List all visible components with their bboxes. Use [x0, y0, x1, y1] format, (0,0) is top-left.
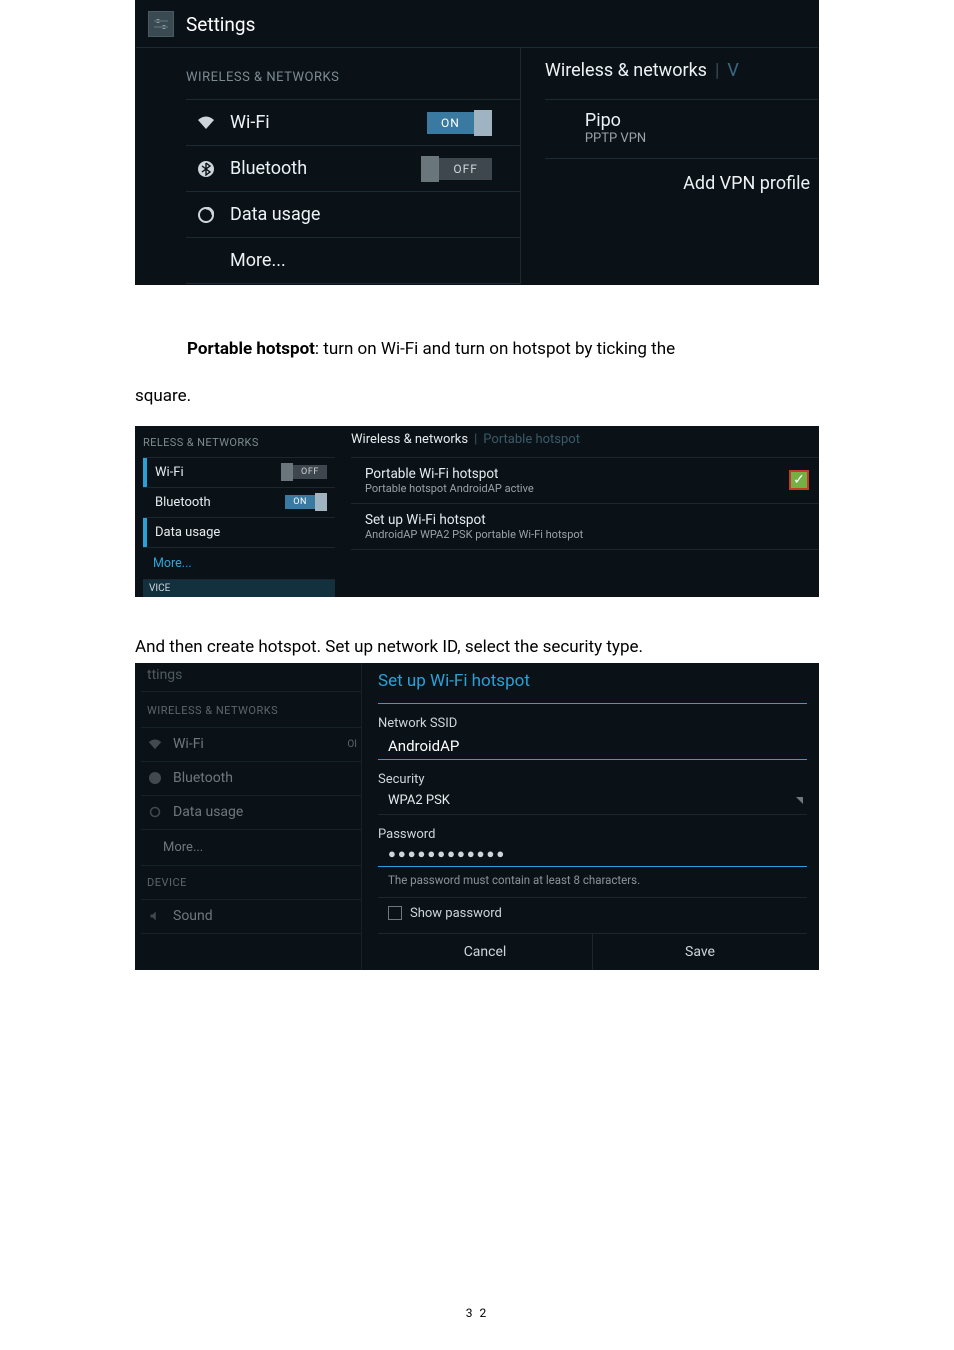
shot3-left-panel: ttings WIRELESS & NETWORKS Wi-Fi OI Blue… [135, 663, 361, 970]
shot2-row-bluetooth[interactable]: Bluetooth ON [143, 488, 335, 518]
shot2-item-setup-hotspot[interactable]: Set up Wi-Fi hotspot AndroidAP WPA2 PSK … [351, 503, 819, 549]
shot2-item2-title: Set up Wi-Fi hotspot [365, 512, 809, 528]
breadcrumb-text: Wireless & networks [545, 60, 707, 81]
row-bluetooth[interactable]: Bluetooth OFF [186, 146, 520, 192]
shot2-section-header: RELESS & NETWORKS [143, 430, 335, 458]
bluetooth-icon [196, 159, 216, 179]
shot2-row-datausage[interactable]: Data usage [143, 518, 335, 548]
breadcrumb: Wireless & networks | V [545, 60, 818, 99]
shot2-crumb-b: Portable hotspot [483, 432, 580, 447]
breadcrumb-separator: | [715, 60, 719, 81]
row-wifi[interactable]: Wi-Fi ON [186, 100, 520, 146]
vpn-name: Pipo [585, 110, 818, 131]
shot2-right-panel: Wireless & networks | Portable hotspot P… [335, 426, 819, 597]
save-button[interactable]: Save [593, 934, 807, 970]
titlebar: Settings [136, 1, 818, 48]
shot2-datausage-label: Data usage [147, 525, 327, 540]
left-panel: WIRELESS & NETWORKS Wi-Fi ON Bluetooth O… [136, 48, 520, 284]
paragraph-2: And then create hotspot. Set up network … [135, 637, 819, 657]
sound-icon [147, 908, 163, 924]
shot3-row-wifi[interactable]: Wi-Fi OI [141, 728, 361, 762]
show-password-row[interactable]: Show password [378, 898, 807, 934]
right-panel: Wireless & networks | V Pipo PPTP VPN Ad… [520, 48, 818, 284]
datausage-icon [196, 205, 216, 225]
settings-app-icon [148, 11, 174, 37]
datausage-icon [147, 804, 163, 820]
shot2-left-panel: RELESS & NETWORKS Wi-Fi OFF Bluetooth ON… [135, 426, 335, 597]
shot2-breadcrumb: Wireless & networks | Portable hotspot [351, 432, 819, 457]
wifi-toggle[interactable]: ON [427, 110, 492, 136]
settings-shot-2: RELESS & NETWORKS Wi-Fi OFF Bluetooth ON… [135, 426, 819, 597]
show-password-checkbox[interactable] [388, 906, 402, 920]
more-label: More... [230, 250, 492, 271]
shot3-sound-label: Sound [173, 908, 213, 924]
section-header-wireless: WIRELESS & NETWORKS [186, 60, 520, 100]
dropdown-icon [796, 797, 803, 804]
show-password-label: Show password [410, 906, 502, 921]
password-hint: The password must contain at least 8 cha… [378, 867, 807, 898]
para1-rest: : turn on Wi-Fi and turn on hotspot by t… [315, 339, 675, 359]
datausage-label: Data usage [230, 204, 492, 225]
page-number: 3 2 [0, 1306, 954, 1320]
bluetooth-label: Bluetooth [230, 158, 421, 179]
wifi-icon [147, 736, 163, 752]
shot2-bluetooth-label: Bluetooth [147, 495, 285, 510]
wifi-icon [196, 113, 216, 133]
shot2-item1-sub: Portable hotspot AndroidAP active [365, 482, 809, 495]
shot2-item2-sub: AndroidAP WPA2 PSK portable Wi-Fi hotspo… [365, 528, 809, 541]
vpn-type: PPTP VPN [585, 131, 818, 146]
shot3-dialog: Set up Wi-Fi hotspot Network SSID Androi… [361, 663, 819, 970]
vpn-item[interactable]: Pipo PPTP VPN [545, 99, 818, 159]
row-more[interactable]: More... [186, 238, 520, 284]
shot3-bluetooth-label: Bluetooth [173, 770, 233, 786]
shot3-device-header: DEVICE [141, 866, 361, 900]
shot3-wifi-label: Wi-Fi [173, 736, 204, 752]
shot3-section-header: WIRELESS & NETWORKS [141, 692, 361, 728]
settings-shot-3: ttings WIRELESS & NETWORKS Wi-Fi OI Blue… [135, 663, 819, 970]
shot2-item-portable-hotspot[interactable]: Portable Wi-Fi hotspot Portable hotspot … [351, 457, 819, 503]
shot2-row-wifi[interactable]: Wi-Fi OFF [143, 458, 335, 488]
shot2-bluetooth-toggle[interactable]: ON [285, 493, 327, 511]
row-datausage[interactable]: Data usage [186, 192, 520, 238]
shot2-spacer [351, 549, 819, 575]
cancel-button[interactable]: Cancel [378, 934, 593, 970]
paragraph-1b: square. [135, 378, 819, 415]
security-value: WPA2 PSK [388, 793, 450, 808]
shot2-item1-title: Portable Wi-Fi hotspot [365, 466, 809, 482]
shot3-more[interactable]: More... [141, 830, 361, 866]
wifi-label: Wi-Fi [230, 112, 427, 133]
add-vpn-profile[interactable]: Add VPN profile [545, 159, 818, 208]
shot2-more[interactable]: More... [143, 548, 335, 580]
ssid-input[interactable]: AndroidAP [378, 733, 807, 760]
shot2-wifi-label: Wi-Fi [147, 465, 281, 480]
shot3-datausage-label: Data usage [173, 804, 243, 820]
hotspot-checkbox-checked[interactable]: ✓ [789, 470, 809, 490]
password-label: Password [378, 827, 807, 842]
shot2-wifi-toggle[interactable]: OFF [281, 463, 327, 481]
shot3-row-datausage[interactable]: Data usage [141, 796, 361, 830]
shot3-title-cut: ttings [141, 665, 361, 692]
paragraph-1: Portable hotspot: turn on Wi-Fi and turn… [135, 331, 819, 368]
security-select[interactable]: WPA2 PSK [378, 787, 807, 815]
shot2-crumb-a: Wireless & networks [351, 432, 468, 447]
security-label: Security [378, 772, 807, 787]
settings-shot-1: Settings WIRELESS & NETWORKS Wi-Fi ON Bl… [135, 0, 819, 285]
password-input[interactable]: ●●●●●●●●●●●● [378, 842, 807, 867]
dialog-title: Set up Wi-Fi hotspot [378, 667, 807, 704]
ssid-label: Network SSID [378, 716, 807, 731]
shot3-wifi-toggle-cut: OI [347, 739, 361, 750]
shot2-device-header-cut: VICE [143, 580, 335, 597]
breadcrumb-cut: V [727, 60, 738, 81]
bluetooth-toggle[interactable]: OFF [421, 156, 492, 182]
shot3-row-sound[interactable]: Sound [141, 900, 361, 934]
bluetooth-icon [147, 770, 163, 786]
app-title: Settings [186, 13, 255, 36]
spacer-icon [196, 251, 216, 271]
para1-bold: Portable hotspot [187, 339, 315, 359]
shot3-row-bluetooth[interactable]: Bluetooth [141, 762, 361, 796]
